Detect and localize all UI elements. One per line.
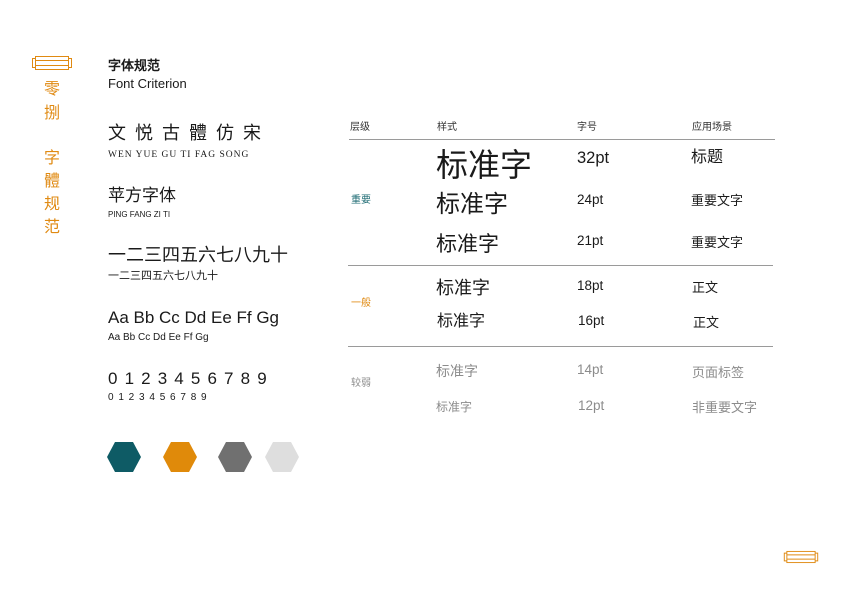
style-sample: 标准字 [436, 363, 478, 379]
column-header-size: 字号 [577, 122, 597, 133]
usage-value: 非重要文字 [692, 399, 758, 415]
group-divider [348, 265, 773, 266]
ornament-icon [783, 550, 819, 564]
typeface-pinyin: PING FANG ZI TI [108, 210, 171, 219]
color-swatches [107, 442, 299, 472]
size-value: 32pt [577, 149, 610, 167]
style-sample: 标准字 [436, 147, 533, 183]
column-header-style: 样式 [437, 122, 457, 133]
size-value: 24pt [577, 191, 604, 207]
size-value: 21pt [577, 232, 604, 248]
specimen-large: 0 1 2 3 4 5 6 7 8 9 [108, 368, 268, 388]
color-swatch-gray [218, 442, 252, 472]
style-sample: 标准字 [436, 278, 490, 298]
color-swatch-teal [107, 442, 141, 472]
chapter-number: 零捌 [44, 81, 61, 122]
typeface-name: 苹方字体 [108, 185, 176, 205]
page-subtitle: Font Criterion [108, 76, 187, 91]
style-sample: 标准字 [436, 232, 499, 256]
group-label-important: 重要 [351, 195, 371, 206]
specimen-small: Aa Bb Cc Dd Ee Ff Gg [108, 332, 209, 343]
size-value: 14pt [577, 361, 604, 377]
color-swatch-light-gray [265, 442, 299, 472]
font-spec-page: 零捌 字體规范 字体规范 Font Criterion 文悦古體仿宋 WEN Y… [0, 0, 848, 600]
group-label-general: 一般 [351, 298, 371, 309]
column-header-usage: 应用场景 [692, 122, 732, 133]
usage-value: 重要文字 [691, 192, 744, 208]
usage-value: 重要文字 [691, 234, 744, 250]
size-value: 18pt [577, 277, 604, 293]
typeface-name: 文悦古體仿宋 [108, 123, 270, 143]
color-swatch-orange [163, 442, 197, 472]
header-divider [349, 139, 775, 140]
group-divider [348, 346, 773, 347]
chapter-title: 字體规范 [44, 150, 61, 236]
usage-value: 标题 [691, 149, 724, 166]
style-sample: 标准字 [436, 191, 508, 218]
usage-value: 页面标签 [692, 364, 745, 380]
specimen-small: 0 1 2 3 4 5 6 7 8 9 [108, 392, 208, 403]
style-sample: 标准字 [437, 313, 486, 330]
specimen-large: Aa Bb Cc Dd Ee Ff Gg [108, 307, 280, 327]
size-value: 16pt [578, 312, 605, 328]
column-header-level: 层级 [350, 122, 370, 133]
size-value: 12pt [578, 397, 605, 413]
style-sample: 标准字 [436, 400, 473, 414]
specimen-small: 一二三四五六七八九十 [108, 269, 218, 282]
usage-value: 正文 [692, 279, 719, 295]
typeface-pinyin: WEN YUE GU TI FAG SONG [108, 149, 250, 160]
usage-value: 正文 [693, 314, 720, 330]
group-label-weak: 较弱 [351, 378, 371, 389]
ornament-icon [32, 56, 72, 70]
page-title: 字体规范 [108, 58, 161, 73]
specimen-large: 一二三四五六七八九十 [108, 245, 288, 265]
